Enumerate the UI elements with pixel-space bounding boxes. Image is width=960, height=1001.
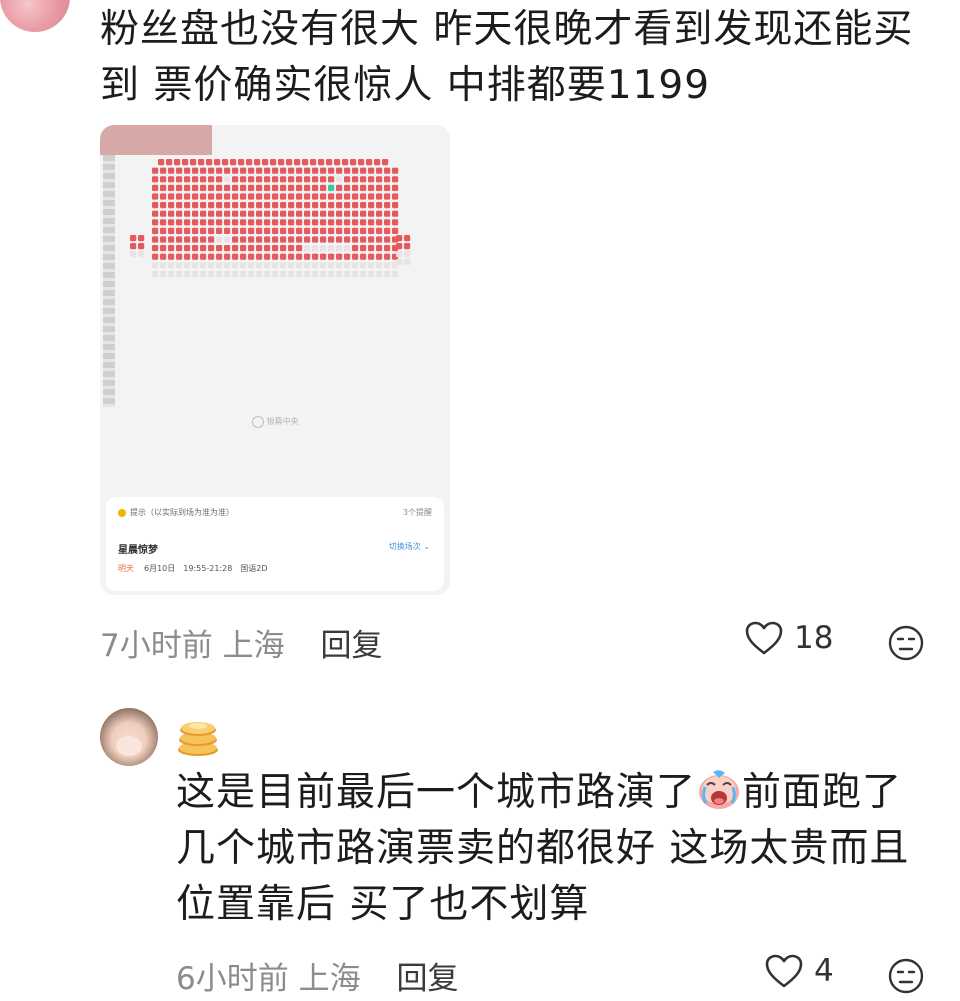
pancake-stack-icon (178, 722, 218, 756)
seat-map (130, 159, 411, 277)
notice-dot-icon (118, 508, 126, 517)
avatar[interactable] (0, 0, 70, 32)
screen-center-label: 银幕中央 (238, 415, 312, 429)
dislike-face-icon[interactable] (888, 625, 924, 661)
comment-meta: 6小时前 上海 回复 (176, 953, 458, 998)
crying-face-icon (699, 770, 740, 809)
comment-text-part: 这是目前最后一个城市路演了 (176, 770, 697, 815)
reply-button[interactable]: 回复 (396, 961, 458, 997)
avatar[interactable] (100, 708, 158, 766)
like-count: 4 (814, 953, 834, 989)
comment-time: 6小时前 (176, 961, 289, 997)
heart-icon (765, 954, 803, 988)
showtime-card: 提示（以实际到场为准为准） 3个提醒 星晨惊梦 切换场次 ⌄ 明天 6月10日 19… (106, 497, 444, 591)
movie-title: 星晨惊梦 (118, 545, 158, 556)
day-label: 明天 (118, 564, 134, 573)
seat-map-screenshot[interactable]: 银幕中央 提示（以实际到场为准为准） 3个提醒 星晨惊梦 切换场次 ⌄ 明天 6月… (100, 125, 450, 595)
dislike-face-icon[interactable] (888, 958, 924, 994)
version-label: 国语2D (240, 564, 268, 573)
reply-button[interactable]: 回复 (320, 628, 382, 664)
like-count: 18 (794, 620, 834, 656)
heart-icon (745, 621, 783, 655)
date-label: 6月10日 (144, 564, 176, 573)
comment-time: 7小时前 (100, 628, 213, 664)
time-label: 19:55-21:28 (183, 564, 233, 573)
session-info: 明天 6月10日 19:55-21:28 国语2D (118, 563, 276, 574)
comment-thread: 粉丝盘也没有很大 昨天很晚才看到发现还能买到 票价确实很惊人 中排都要1199 … (0, 0, 960, 1001)
comment-location: 上海 (298, 961, 361, 997)
notice-row: 提示（以实际到场为准为准） 3个提醒 (118, 505, 432, 521)
notice-count: 3个提醒 (402, 508, 432, 517)
notice-text: 提示（以实际到场为准为准） (130, 508, 234, 517)
like-button[interactable]: 4 (764, 953, 834, 989)
screen-label-text: 银幕中央 (266, 417, 299, 426)
screen-icon (251, 415, 264, 428)
comment-location: 上海 (222, 628, 285, 664)
comment-text: 粉丝盘也没有很大 昨天很晚才看到发现还能买到 票价确实很惊人 中排都要1199 (100, 7, 914, 108)
switch-session-link: 切换场次 ⌄ (388, 542, 430, 551)
comment-text: 这是目前最后一个城市路演了 前面跑了几个城市路演票卖的都很好 这场太贵而且位置靠… (176, 765, 936, 933)
comment-meta: 7小时前 上海 回复 (100, 620, 382, 665)
like-button[interactable]: 18 (744, 620, 833, 656)
